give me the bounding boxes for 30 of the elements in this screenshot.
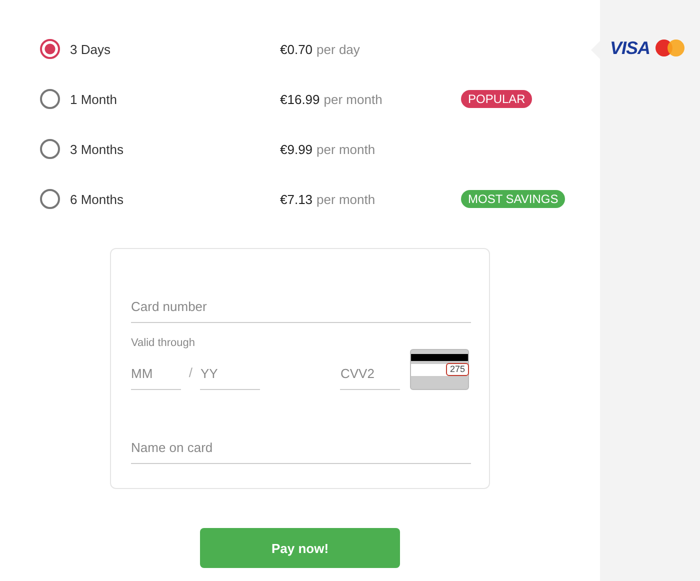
date-separator: / bbox=[188, 365, 194, 382]
price-period: per month bbox=[324, 92, 382, 106]
pay-button[interactable]: Pay now! bbox=[200, 528, 400, 568]
plan-label: 3 Months bbox=[70, 142, 124, 156]
visa-logo: VISA bbox=[610, 38, 650, 58]
magnetic-stripe bbox=[411, 354, 468, 361]
valid-through-label: Valid through bbox=[131, 337, 196, 349]
plan-price: €9.99 bbox=[280, 142, 313, 156]
price-period: per day bbox=[316, 42, 360, 56]
price-period: per month bbox=[316, 142, 376, 156]
year-field[interactable]: YY bbox=[200, 358, 260, 390]
plan-badge: POPULAR bbox=[461, 90, 532, 108]
cvv-example-number: 275 bbox=[446, 363, 469, 376]
month-field[interactable]: MM bbox=[131, 358, 181, 390]
plan-label: 3 Days bbox=[70, 42, 112, 56]
name-on-card-field[interactable]: Name on card bbox=[131, 432, 471, 464]
plan-price: €0.70 bbox=[280, 42, 313, 56]
plan-price: €7.13 bbox=[280, 192, 313, 206]
plan-price: €16.99 bbox=[280, 92, 320, 106]
card-number-field[interactable]: Card number bbox=[131, 291, 471, 323]
radio-button[interactable] bbox=[40, 139, 60, 159]
mastercard-logo-icon bbox=[655, 39, 686, 57]
radio-button[interactable] bbox=[40, 39, 60, 59]
plan-badge: MOST SAVINGS bbox=[461, 190, 566, 208]
plan-label: 6 Months bbox=[70, 192, 124, 206]
radio-button[interactable] bbox=[40, 89, 60, 109]
plan-label: 1 Month bbox=[70, 92, 118, 106]
radio-button[interactable] bbox=[40, 189, 60, 209]
price-period: per month bbox=[316, 192, 376, 206]
cvv-field[interactable]: CVV2 bbox=[340, 358, 400, 390]
